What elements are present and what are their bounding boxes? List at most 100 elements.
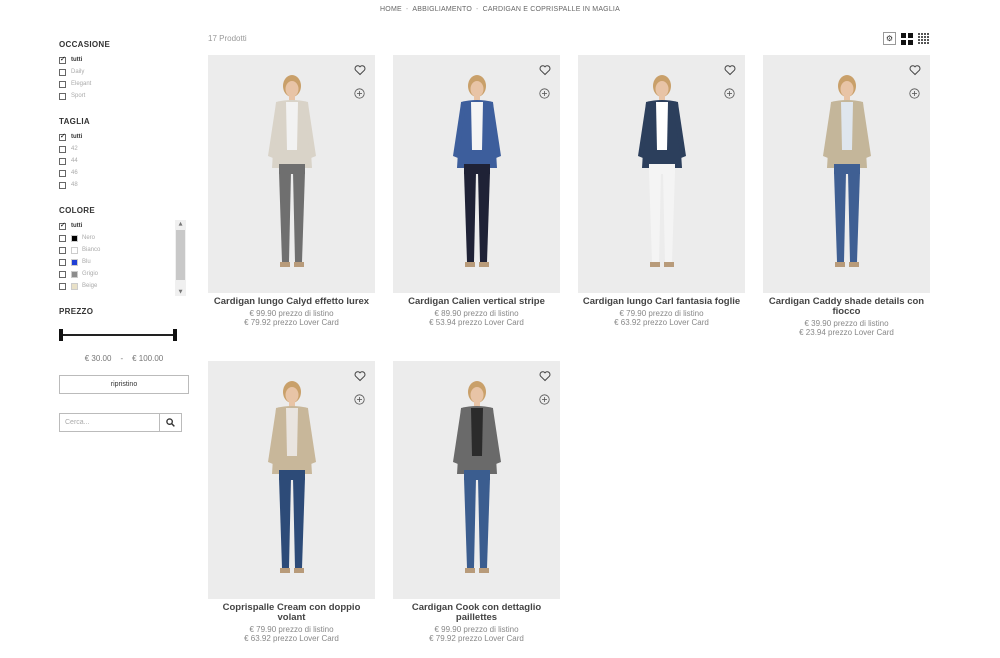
checkbox-icon[interactable]: [59, 246, 66, 254]
filter-option-colore[interactable]: Bianco: [59, 244, 175, 256]
checkbox-icon[interactable]: [59, 258, 66, 266]
option-label: Grigio: [82, 271, 99, 277]
filter-option-taglia[interactable]: tutti: [59, 131, 191, 143]
filter-option-taglia[interactable]: 42: [59, 143, 191, 155]
filter-option-taglia[interactable]: 44: [59, 155, 191, 167]
checkbox-icon[interactable]: [59, 157, 66, 165]
view-toggles: ⚙: [883, 32, 930, 45]
checkbox-icon[interactable]: [59, 270, 66, 278]
price-max: € 100.00: [132, 354, 164, 363]
filter-title-occasione: OCCASIONE: [59, 40, 111, 49]
filter-option-taglia[interactable]: 48: [59, 179, 191, 191]
scroll-up-icon[interactable]: ▲: [175, 220, 186, 228]
heart-icon[interactable]: [354, 64, 366, 76]
checkbox-icon[interactable]: [59, 80, 66, 88]
color-swatch: [71, 246, 78, 254]
heart-icon[interactable]: [539, 370, 551, 382]
filter-title-prezzo: PREZZO: [59, 307, 94, 316]
breadcrumb: HOME - ABBIGLIAMENTO - CARDIGAN E COPRISPALL…: [0, 6, 1000, 13]
product-card[interactable]: Cardigan Calien vertical stripe € 89.90 p…: [393, 55, 560, 327]
search-button[interactable]: [160, 413, 182, 432]
breadcrumb-abbigliamento[interactable]: ABBIGLIAMENTO: [412, 6, 472, 13]
product-card[interactable]: Cardigan lungo Carl fantasia foglie € 79.…: [578, 55, 745, 327]
heart-icon[interactable]: [354, 370, 366, 382]
view-grid-4-icon[interactable]: [917, 32, 930, 45]
checkbox-checked-icon[interactable]: [59, 221, 66, 230]
filter-option-occasione[interactable]: Elegant: [59, 78, 191, 90]
plus-circle-icon[interactable]: [354, 88, 365, 99]
filter-option-occasione[interactable]: Sport: [59, 90, 191, 102]
filter-taglia: TAGLIA tutti 42 44 46 48: [59, 117, 191, 191]
option-label: Elegant: [71, 81, 92, 87]
product-card[interactable]: Cardigan lungo Calyd effetto lurex € 99.9…: [208, 55, 375, 327]
checkbox-icon[interactable]: [59, 145, 66, 153]
option-label: 42: [71, 146, 78, 152]
product-image[interactable]: [763, 55, 930, 293]
price-dash: -: [120, 354, 124, 363]
options-occasione: tutti Daily Elegant Sport: [59, 54, 191, 102]
filter-colore: COLORE tutti Nero Bianco Blu Grigio Beige ▲ ▼: [59, 206, 191, 296]
product-card-price: € 63.92 prezzo Lover Card: [244, 634, 339, 643]
view-grid-2-icon[interactable]: [900, 32, 913, 45]
plus-circle-icon[interactable]: [909, 88, 920, 99]
heart-icon[interactable]: [909, 64, 921, 76]
filter-option-colore[interactable]: tutti: [59, 220, 175, 232]
model-figure: [822, 75, 871, 267]
product-name[interactable]: Cardigan Cook con dettaglio paillettes: [393, 603, 560, 623]
checkbox-icon[interactable]: [59, 92, 66, 100]
color-scrollbar[interactable]: ▲ ▼: [175, 220, 186, 296]
breadcrumb-separator: -: [476, 6, 479, 13]
heart-icon[interactable]: [539, 64, 551, 76]
checkbox-icon[interactable]: [59, 234, 66, 242]
checkbox-icon[interactable]: [59, 169, 66, 177]
product-count: 17 Prodotti: [208, 34, 247, 43]
product-image[interactable]: [393, 55, 560, 293]
product-card-price: € 79.92 prezzo Lover Card: [429, 634, 524, 643]
model-figure: [267, 75, 316, 267]
product-name[interactable]: Coprispalle Cream con doppio volant: [208, 603, 375, 623]
plus-circle-icon[interactable]: [539, 394, 550, 405]
filter-option-colore[interactable]: Beige: [59, 280, 175, 292]
checkbox-icon[interactable]: [59, 282, 66, 290]
scroll-thumb[interactable]: [176, 230, 185, 280]
plus-circle-icon[interactable]: [539, 88, 550, 99]
heart-icon[interactable]: [724, 64, 736, 76]
filter-option-colore[interactable]: Grigio: [59, 268, 175, 280]
product-image[interactable]: [393, 361, 560, 599]
checkbox-checked-icon[interactable]: [59, 55, 66, 64]
search-input[interactable]: [59, 413, 160, 432]
plus-circle-icon[interactable]: [354, 394, 365, 405]
reset-button[interactable]: ripristino: [59, 375, 189, 394]
product-card-price: € 63.92 prezzo Lover Card: [614, 318, 709, 327]
breadcrumb-home[interactable]: HOME: [380, 6, 402, 13]
scroll-down-icon[interactable]: ▼: [175, 288, 186, 296]
product-name[interactable]: Cardigan Calien vertical stripe: [393, 297, 560, 307]
product-card[interactable]: Coprispalle Cream con doppio volant € 79.…: [208, 361, 375, 643]
breadcrumb-current: CARDIGAN E COPRISPALLE IN MAGLIA: [482, 6, 620, 13]
slider-handle-max[interactable]: [173, 329, 177, 341]
plus-circle-icon[interactable]: [724, 88, 735, 99]
product-card[interactable]: Cardigan Caddy shade details con fiocco €…: [763, 55, 930, 337]
checkbox-checked-icon[interactable]: [59, 132, 66, 141]
filter-option-occasione[interactable]: tutti: [59, 54, 191, 66]
product-name[interactable]: Cardigan Caddy shade details con fiocco: [763, 297, 930, 317]
slider-handle-min[interactable]: [59, 329, 63, 341]
product-image[interactable]: [208, 361, 375, 599]
model-figure: [452, 75, 501, 267]
price-range-slider[interactable]: [59, 328, 177, 342]
filter-option-colore[interactable]: Nero: [59, 232, 175, 244]
filter-option-colore[interactable]: Blu: [59, 256, 175, 268]
option-label: Nero: [82, 235, 96, 241]
product-name[interactable]: Cardigan lungo Calyd effetto lurex: [208, 297, 375, 307]
product-image[interactable]: [208, 55, 375, 293]
product-image[interactable]: [578, 55, 745, 293]
settings-gear-icon[interactable]: ⚙: [883, 32, 896, 45]
product-list-price: € 89.90 prezzo di listino: [434, 309, 519, 318]
product-name[interactable]: Cardigan lungo Carl fantasia foglie: [578, 297, 745, 307]
filter-option-taglia[interactable]: 46: [59, 167, 191, 179]
checkbox-icon[interactable]: [59, 68, 66, 76]
checkbox-icon[interactable]: [59, 181, 66, 189]
option-label: 46: [71, 170, 78, 176]
product-card[interactable]: Cardigan Cook con dettaglio paillettes € …: [393, 361, 560, 643]
filter-option-occasione[interactable]: Daily: [59, 66, 191, 78]
